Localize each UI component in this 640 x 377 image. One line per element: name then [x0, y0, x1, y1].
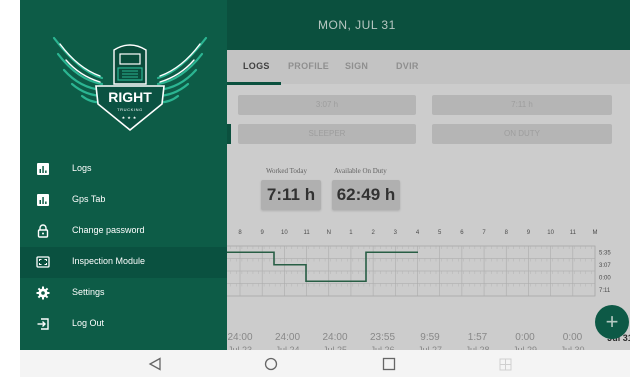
day-hours: 0:00: [515, 332, 535, 343]
menu-label-inspection-module: Inspection Module: [72, 256, 146, 266]
row-total: 0:00: [599, 276, 611, 282]
row-total: 7:11: [599, 288, 611, 294]
hour-label: 9: [527, 230, 531, 236]
add-button[interactable]: +: [595, 305, 629, 339]
hour-label: 11: [570, 230, 577, 236]
system-nav-bar: [20, 350, 630, 377]
tab-logs[interactable]: LOGS: [243, 61, 270, 71]
menu-label-logs: Logs: [72, 163, 92, 173]
hour-label: 4: [416, 230, 420, 236]
hour-label: 2: [371, 230, 375, 236]
hour-label: 6: [460, 230, 464, 236]
hour-label: 5: [438, 230, 442, 236]
grid-icon: [499, 358, 512, 371]
menu-item-inspection-module[interactable]: Inspection Module: [20, 247, 227, 278]
worked-today-label: Worked Today: [266, 167, 308, 175]
row-total: 3:07: [599, 263, 611, 269]
svg-text:★★★: ★★★: [122, 115, 139, 120]
tab-sign[interactable]: SIGN: [345, 61, 368, 71]
hour-label: 10: [281, 230, 288, 236]
hour-label: M: [593, 230, 598, 236]
navigation-drawer: RIGHT TRUCKING ★★★ Logs Gps Tab Change p…: [20, 0, 227, 350]
day-hours: 0:00: [562, 332, 583, 343]
on-duty-button[interactable]: ON DUTY: [432, 124, 612, 144]
logout-icon: [37, 318, 49, 330]
on-duty-time-button[interactable]: 7:11 h: [432, 95, 612, 115]
recents-icon[interactable]: [382, 357, 396, 371]
menu-item-log-out[interactable]: Log Out: [20, 309, 227, 340]
app-screen: MON, JUL 31 LOGS PROFILE SIGN DVIR 3:07 …: [20, 0, 630, 377]
tab-profile[interactable]: PROFILE: [288, 61, 329, 71]
hour-label: 7: [482, 230, 486, 236]
logo-brand-text: RIGHT: [108, 89, 152, 105]
right-trucking-logo: RIGHT TRUCKING ★★★: [52, 36, 208, 132]
day-hours: 23:55: [369, 332, 396, 343]
row-total: 5:35: [599, 251, 611, 257]
hour-label: 8: [505, 230, 509, 236]
worked-today-value: 7:11 h: [261, 180, 321, 210]
menu-item-change-password[interactable]: Change password: [20, 216, 227, 247]
home-icon[interactable]: [264, 357, 278, 371]
scan-icon: [36, 256, 50, 268]
hour-label: 3: [394, 230, 398, 236]
driving-status-button[interactable]: 3:07 h: [238, 95, 416, 115]
bar-chart-icon: [37, 194, 49, 206]
available-on-duty-value: 62:49 h: [332, 180, 400, 210]
hour-label: 10: [547, 230, 554, 236]
hour-label: 11: [303, 230, 310, 236]
menu-item-gps-tab[interactable]: Gps Tab: [20, 185, 227, 216]
lock-icon: [37, 224, 49, 238]
current-date: MON, JUL 31: [318, 18, 396, 32]
plus-icon: +: [605, 309, 619, 334]
day-hours: 1:57: [467, 332, 488, 343]
duty-status-line: [226, 251, 418, 283]
tab-dvir[interactable]: DVIR: [396, 61, 419, 71]
day-hours: 24:00: [322, 332, 348, 343]
hour-label: N: [327, 230, 331, 236]
day-hours: 9:59: [420, 332, 440, 343]
gear-icon: [36, 286, 50, 300]
menu-label-gps-tab: Gps Tab: [72, 194, 106, 204]
selected-status-indicator: [227, 124, 231, 144]
hour-label: 1: [349, 230, 353, 236]
sleeper-button[interactable]: SLEEPER: [238, 124, 416, 144]
day-hours: 24:00: [274, 332, 301, 343]
menu-item-settings[interactable]: Settings: [20, 278, 227, 309]
logo-sub-text: TRUCKING: [117, 107, 143, 112]
menu-label-log-out: Log Out: [72, 318, 105, 328]
available-on-duty-label: Available On Duty: [334, 167, 387, 175]
hour-label: 8: [238, 230, 242, 236]
menu-item-logs[interactable]: Logs: [20, 154, 227, 185]
back-icon[interactable]: [148, 357, 162, 371]
bar-chart-icon: [37, 163, 49, 175]
active-tab-indicator: [225, 82, 281, 85]
menu-label-change-password: Change password: [72, 225, 145, 235]
hour-label: 9: [261, 230, 265, 236]
menu-label-settings: Settings: [72, 287, 105, 297]
